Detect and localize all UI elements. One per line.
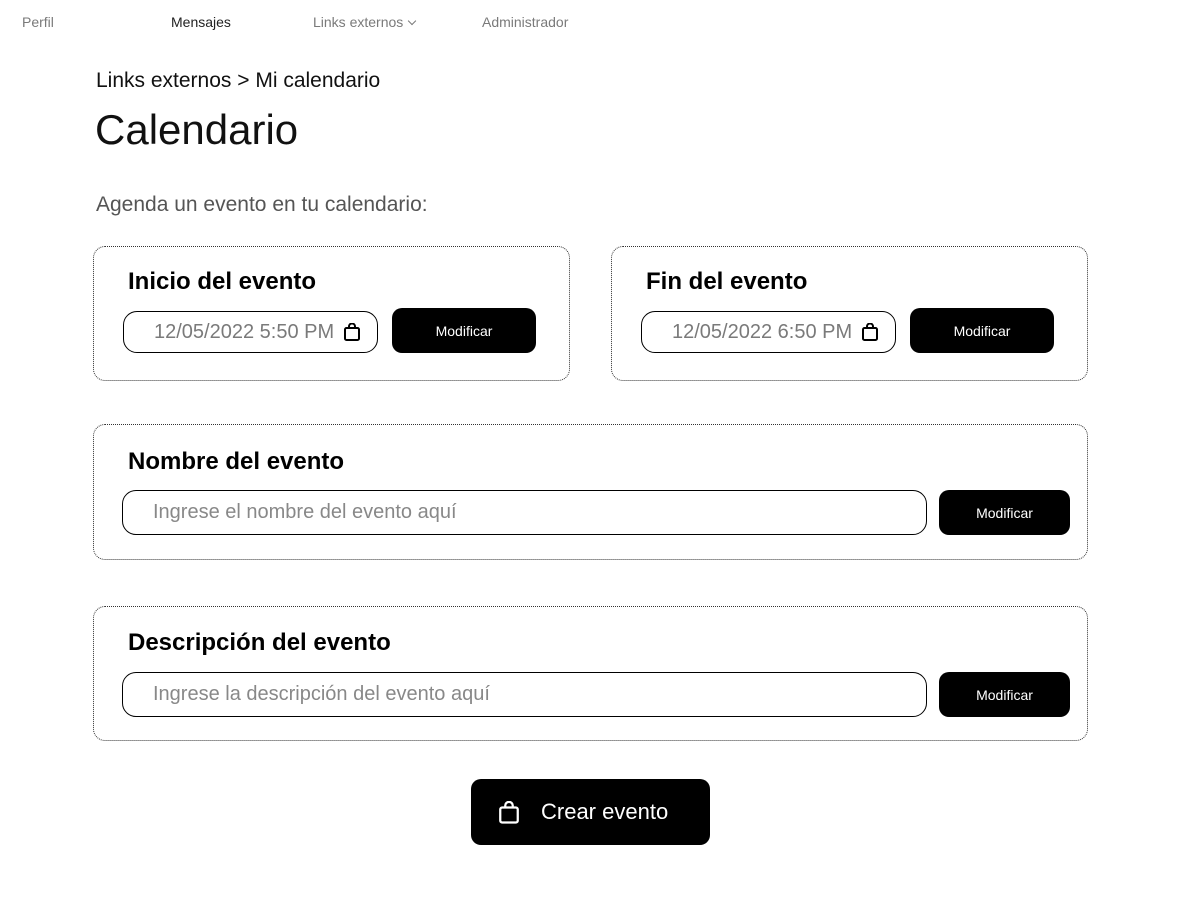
nav-item-perfil[interactable]: Perfil: [22, 14, 54, 30]
event-start-card: Inicio del evento 12/05/2022 5:50 PM Mod…: [93, 246, 570, 381]
shopping-bag-icon: [344, 323, 360, 341]
create-event-label: Crear evento: [541, 799, 669, 824]
chevron-down-icon: [408, 16, 417, 26]
page-title: Calendario: [95, 106, 299, 153]
event-name-input[interactable]: [153, 501, 926, 524]
top-navigation: Perfil Mensajes Links externos Administr…: [0, 14, 1192, 32]
event-end-card: Fin del evento 12/05/2022 6:50 PM Modifi…: [611, 246, 1088, 381]
event-name-modify-button[interactable]: Modificar: [939, 490, 1070, 535]
breadcrumb-current: Mi calendario: [255, 69, 381, 92]
event-end-title: Fin del evento: [646, 268, 808, 295]
breadcrumb-separator: >: [231, 69, 256, 92]
nav-item-links-externos-label: Links externos: [313, 14, 404, 30]
nav-item-administrador[interactable]: Administrador: [482, 14, 568, 30]
event-start-modify-button[interactable]: Modificar: [392, 308, 536, 353]
shopping-bag-icon: [862, 323, 878, 341]
breadcrumb-parent-link[interactable]: Links externos: [96, 69, 231, 92]
event-description-title: Descripción del evento: [128, 629, 391, 656]
nav-item-links-externos[interactable]: Links externos: [313, 14, 417, 30]
event-description-input[interactable]: [153, 683, 926, 706]
breadcrumb: Links externos > Mi calendario: [96, 69, 380, 93]
event-end-modify-button[interactable]: Modificar: [910, 308, 1054, 353]
event-start-datetime-value: 12/05/2022 5:50 PM: [154, 320, 335, 343]
event-description-field[interactable]: [122, 672, 927, 717]
create-event-button[interactable]: Crear evento: [471, 779, 710, 845]
nav-item-mensajes[interactable]: Mensajes: [171, 14, 231, 30]
event-name-card: Nombre del evento Modificar: [93, 424, 1088, 560]
event-end-datetime-value: 12/05/2022 6:50 PM: [672, 320, 853, 343]
event-start-datetime-field[interactable]: 12/05/2022 5:50 PM: [123, 311, 378, 353]
page-subtitle: Agenda un evento en tu calendario:: [96, 193, 428, 216]
event-name-field[interactable]: [122, 490, 927, 535]
event-start-title: Inicio del evento: [128, 268, 317, 295]
event-name-title: Nombre del evento: [128, 448, 345, 475]
event-end-datetime-field[interactable]: 12/05/2022 6:50 PM: [641, 311, 896, 353]
shopping-bag-icon: [499, 800, 519, 824]
event-description-modify-button[interactable]: Modificar: [939, 672, 1070, 717]
event-description-card: Descripción del evento Modificar: [93, 606, 1088, 741]
